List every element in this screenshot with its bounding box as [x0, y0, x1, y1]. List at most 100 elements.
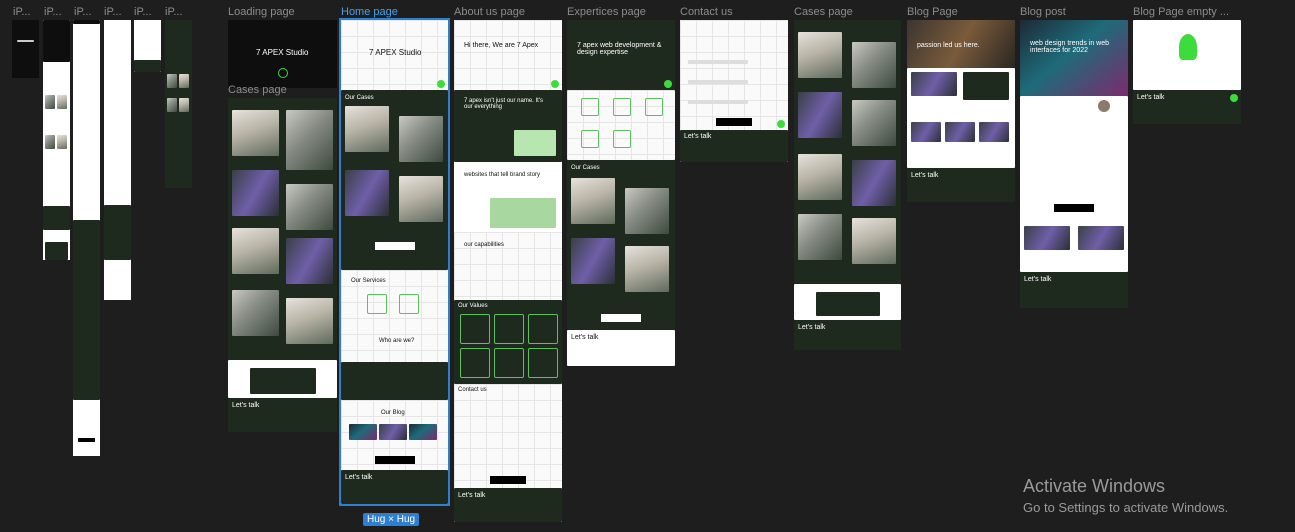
- iphone-frame-2[interactable]: [43, 20, 70, 260]
- lets-talk-heading: Let's talk: [345, 474, 373, 481]
- chat-icon: [551, 80, 559, 88]
- frame-label-cases[interactable]: Cases page: [794, 6, 853, 18]
- lets-talk-heading: Let's talk: [1024, 276, 1052, 283]
- wind-icon: [460, 348, 490, 378]
- lets-talk-heading: Let's talk: [458, 492, 486, 499]
- blog-post-frame[interactable]: web design trends in web interfaces for …: [1020, 20, 1128, 308]
- case-image: [179, 98, 189, 112]
- testimonial-card: [250, 368, 316, 394]
- case-image: [286, 184, 333, 230]
- case-image: [571, 178, 615, 224]
- chat-icon: [664, 80, 672, 88]
- case-image: [232, 228, 279, 274]
- footer-block: [134, 60, 161, 72]
- read-more-button: [375, 456, 415, 464]
- about-tagline: 7 apex isn't just our name. It's our eve…: [464, 98, 543, 110]
- our-cases-heading: Our Cases: [571, 165, 600, 171]
- story-section: websites that tell brand story: [454, 162, 562, 232]
- case-image: [45, 95, 55, 109]
- flag-icon: [528, 348, 558, 378]
- activate-windows-subtitle: Go to Settings to activate Windows.: [1023, 500, 1229, 515]
- about-page-frame[interactable]: Hi there, We are 7 Apex 7 apex isn't jus…: [454, 20, 562, 522]
- loading-page-frame[interactable]: 7 APEX Studio: [228, 20, 337, 88]
- frame-label-iphone-3[interactable]: iP...: [74, 6, 92, 18]
- chat-icon: [777, 120, 785, 128]
- frame-label-iphone-4[interactable]: iP...: [104, 6, 122, 18]
- cases-block: [104, 205, 131, 260]
- iphone-frame-5[interactable]: [134, 20, 161, 72]
- case-image: [852, 160, 896, 206]
- blog-page-frame[interactable]: passion led us here. Let's talk: [907, 20, 1015, 202]
- nav-bar: [73, 20, 100, 24]
- case-image: [286, 238, 333, 284]
- blog-empty-frame[interactable]: Let's talk: [1133, 20, 1241, 124]
- frame-label-blog-empty[interactable]: Blog Page empty ...: [1133, 6, 1229, 18]
- chat-bubble-icon: [494, 314, 524, 344]
- blog-section: Our Blog: [341, 400, 448, 470]
- cases-page-frame[interactable]: Let's talk: [794, 20, 901, 350]
- service-icon: [399, 294, 419, 314]
- our-cases-heading: Our Cases: [345, 95, 374, 101]
- brand-logo: 7 APEX Studio: [256, 48, 309, 57]
- expertise-headline: 7 apex web development & design expertis…: [577, 42, 662, 56]
- case-image: [167, 98, 177, 112]
- frame-label-iphone-1[interactable]: iP...: [13, 6, 31, 18]
- lightbulb-icon: [494, 348, 524, 378]
- case-image: [571, 238, 615, 284]
- plus-icon: [581, 130, 599, 148]
- contact-page-frame[interactable]: Let's talk: [680, 20, 788, 162]
- story-heading: websites that tell brand story: [464, 172, 541, 178]
- capabilities-heading: our capabilities: [464, 242, 505, 248]
- frame-label-cases-left[interactable]: Cases page: [228, 84, 287, 96]
- case-image: [625, 246, 669, 292]
- frame-label-iphone-2[interactable]: iP...: [44, 6, 62, 18]
- expertices-page-frame[interactable]: 7 apex web development & design expertis…: [567, 20, 675, 366]
- heart-icon: [460, 314, 490, 344]
- testimonial-section: [341, 362, 448, 400]
- document-icon: [581, 98, 599, 116]
- contact-form: [680, 20, 788, 130]
- hero-block: [43, 20, 70, 62]
- lets-talk-heading: Let's talk: [798, 324, 826, 331]
- cases-page-frame-left[interactable]: Let's talk: [228, 98, 337, 432]
- capabilities-section: our capabilities: [454, 232, 562, 300]
- blog-image: [979, 122, 1009, 142]
- frame-label-expertices[interactable]: Expertices page: [567, 6, 646, 18]
- laptop-image: [490, 198, 556, 228]
- our-blog-heading: Our Blog: [381, 410, 405, 416]
- code-image: [514, 130, 556, 156]
- case-image: [286, 298, 333, 344]
- frame-label-iphone-5[interactable]: iP...: [134, 6, 152, 18]
- featured-card: [963, 72, 1009, 100]
- hero-section: 7 APEX Studio: [341, 20, 448, 90]
- iphone-frame-3[interactable]: [73, 20, 100, 456]
- frame-label-iphone-6[interactable]: iP...: [165, 6, 183, 18]
- case-image: [345, 106, 389, 152]
- home-page-frame[interactable]: 7 APEX Studio Our Cases Our Services Who…: [339, 18, 450, 506]
- blog-image: [911, 122, 941, 142]
- frame-label-loading[interactable]: Loading page: [228, 6, 295, 18]
- iphone-frame-4[interactable]: [104, 20, 131, 300]
- frame-label-blog-page[interactable]: Blog Page: [907, 6, 958, 18]
- values-heading: Our Values: [458, 303, 488, 309]
- values-block: [73, 220, 100, 400]
- plane-icon: [645, 98, 663, 116]
- lets-talk-heading: Let's talk: [232, 402, 260, 409]
- iphone-frame-1[interactable]: [12, 20, 39, 78]
- blog-block: [43, 206, 70, 230]
- iphone-frame-6[interactable]: [165, 20, 192, 188]
- footer-section: Let's talk: [454, 488, 562, 522]
- frame-label-blog-post[interactable]: Blog post: [1020, 6, 1066, 18]
- footer-section: Let's talk: [680, 130, 788, 162]
- cases-section: Our Cases: [341, 90, 448, 270]
- blog-image: [1078, 226, 1124, 250]
- case-image: [798, 214, 842, 260]
- case-image: [57, 95, 67, 109]
- brand-logo: 7 APEX Studio: [369, 48, 422, 57]
- who-are-we-heading: Who are we?: [379, 338, 415, 344]
- frame-label-home[interactable]: Home page: [341, 6, 398, 18]
- send-button: [716, 118, 752, 126]
- frame-label-about[interactable]: About us page: [454, 6, 525, 18]
- size-badge: Hug × Hug: [363, 513, 420, 526]
- frame-label-contact[interactable]: Contact us: [680, 6, 733, 18]
